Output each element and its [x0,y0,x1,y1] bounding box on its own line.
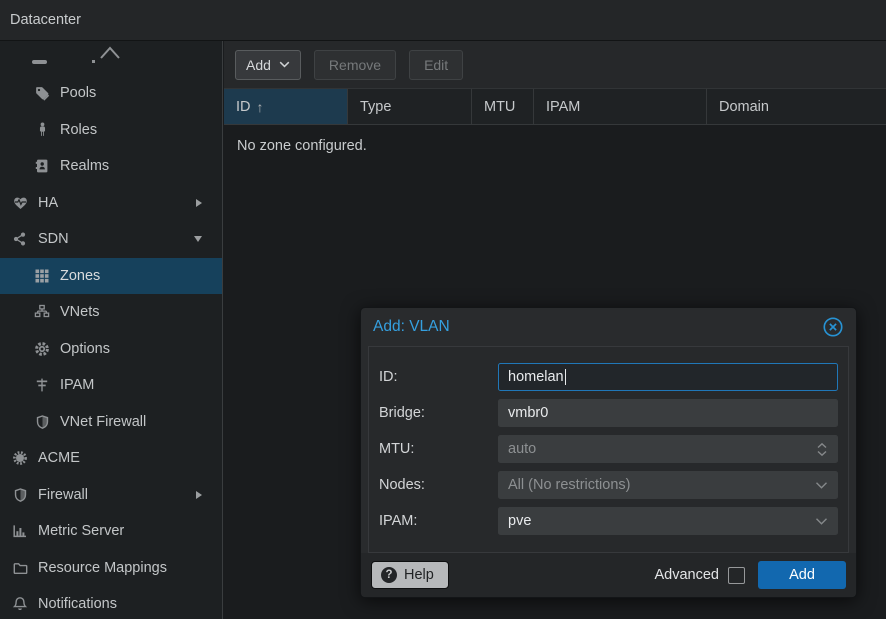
dialog-footer: ? Help Advanced Add [361,553,856,597]
id-input[interactable]: homelan [498,363,838,391]
column-header-type[interactable]: Type [348,89,472,124]
bridge-label: Bridge: [379,405,498,421]
remove-button[interactable]: Remove [314,50,396,80]
page-title: Datacenter [10,12,81,28]
chevron-down-icon [279,61,290,68]
chevron-down-icon[interactable] [815,517,828,526]
question-icon: ? [381,567,397,583]
grid-empty-text: No zone configured. [237,138,367,154]
user-icon [33,121,51,138]
sidebar-item-firewall[interactable]: Firewall [0,477,222,514]
folder-icon [11,559,29,576]
grid-icon [33,267,51,284]
column-header-domain[interactable]: Domain [707,89,886,124]
submit-add-button[interactable]: Add [758,561,846,589]
edit-button[interactable]: Edit [409,50,463,80]
tags-icon [33,85,51,102]
dialog-header[interactable]: Add: VLAN [361,308,856,346]
bell-icon [11,596,29,613]
dialog-title: Add: VLAN [373,318,450,336]
form-row-ipam: IPAM: pve [379,507,838,535]
chevron-down-icon[interactable] [815,481,828,490]
text-caret [565,369,567,385]
spinner-arrows-icon[interactable] [816,441,828,458]
add-vlan-dialog: Add: VLAN ID: homelan Bridge: vmbr0 MTU:… [360,307,857,598]
nodes-label: Nodes: [379,477,498,493]
ipam-label: IPAM: [379,513,498,529]
icon-fragment [32,60,47,64]
address-book-icon [33,158,51,175]
network-nodes-icon [11,231,29,248]
shield-icon [33,413,51,430]
help-button[interactable]: ? Help [371,561,449,589]
sidebar-item-pools[interactable]: Pools [0,75,222,112]
sidebar-item-vnet-firewall[interactable]: VNet Firewall [0,404,222,441]
icon-fragment [92,60,95,63]
sidebar-item-notifications[interactable]: Notifications [0,586,222,619]
sidebar-tree: Pools Roles Realms HA SDN Zones [0,41,223,619]
sidebar-item-vnets[interactable]: VNets [0,294,222,331]
expand-arrow-icon[interactable] [196,199,202,207]
certificate-icon [11,450,29,467]
gear-icon [33,340,51,357]
column-header-ipam[interactable]: IPAM [534,89,707,124]
sidebar-item-acme[interactable]: ACME [0,440,222,477]
shield-icon [11,486,29,503]
sitemap-icon [33,304,51,321]
advanced-checkbox[interactable] [728,567,745,584]
heartbeat-icon [11,194,29,211]
close-icon[interactable] [822,316,844,338]
form-row-id: ID: homelan [379,363,838,391]
grid-header: ID ↑ Type MTU IPAM Domain [224,88,886,125]
sidebar-item-options[interactable]: Options [0,331,222,368]
bar-chart-icon [11,523,29,540]
ipam-select[interactable]: pve [498,507,838,535]
collapse-arrow-icon[interactable] [194,236,202,242]
collapse-chevron-icon[interactable] [98,45,122,61]
mtu-label: MTU: [379,441,498,457]
form-row-mtu: MTU: auto [379,435,838,463]
sidebar-item-sdn[interactable]: SDN [0,221,222,258]
form-row-bridge: Bridge: vmbr0 [379,399,838,427]
advanced-label: Advanced [655,567,720,583]
network-wired-icon [33,377,51,394]
sidebar-item-partial[interactable] [0,41,222,75]
sidebar-item-zones[interactable]: Zones [0,258,222,295]
mtu-spinner[interactable]: auto [498,435,838,463]
sidebar-item-roles[interactable]: Roles [0,112,222,149]
column-header-mtu[interactable]: MTU [472,89,534,124]
toolbar: Add Remove Edit [224,41,886,88]
add-button[interactable]: Add [235,50,301,80]
form-row-nodes: Nodes: All (No restrictions) [379,471,838,499]
sidebar-item-resource-mappings[interactable]: Resource Mappings [0,550,222,587]
nodes-select[interactable]: All (No restrictions) [498,471,838,499]
dialog-form: ID: homelan Bridge: vmbr0 MTU: auto Node… [368,346,849,553]
expand-arrow-icon[interactable] [196,491,202,499]
sort-asc-icon: ↑ [257,99,264,115]
id-label: ID: [379,369,498,385]
column-header-id[interactable]: ID ↑ [224,89,348,124]
sidebar-item-ha[interactable]: HA [0,185,222,222]
sidebar-item-ipam[interactable]: IPAM [0,367,222,404]
sidebar-item-metric-server[interactable]: Metric Server [0,513,222,550]
bridge-input[interactable]: vmbr0 [498,399,838,427]
top-bar: Datacenter [0,0,886,41]
sidebar-item-realms[interactable]: Realms [0,148,222,185]
